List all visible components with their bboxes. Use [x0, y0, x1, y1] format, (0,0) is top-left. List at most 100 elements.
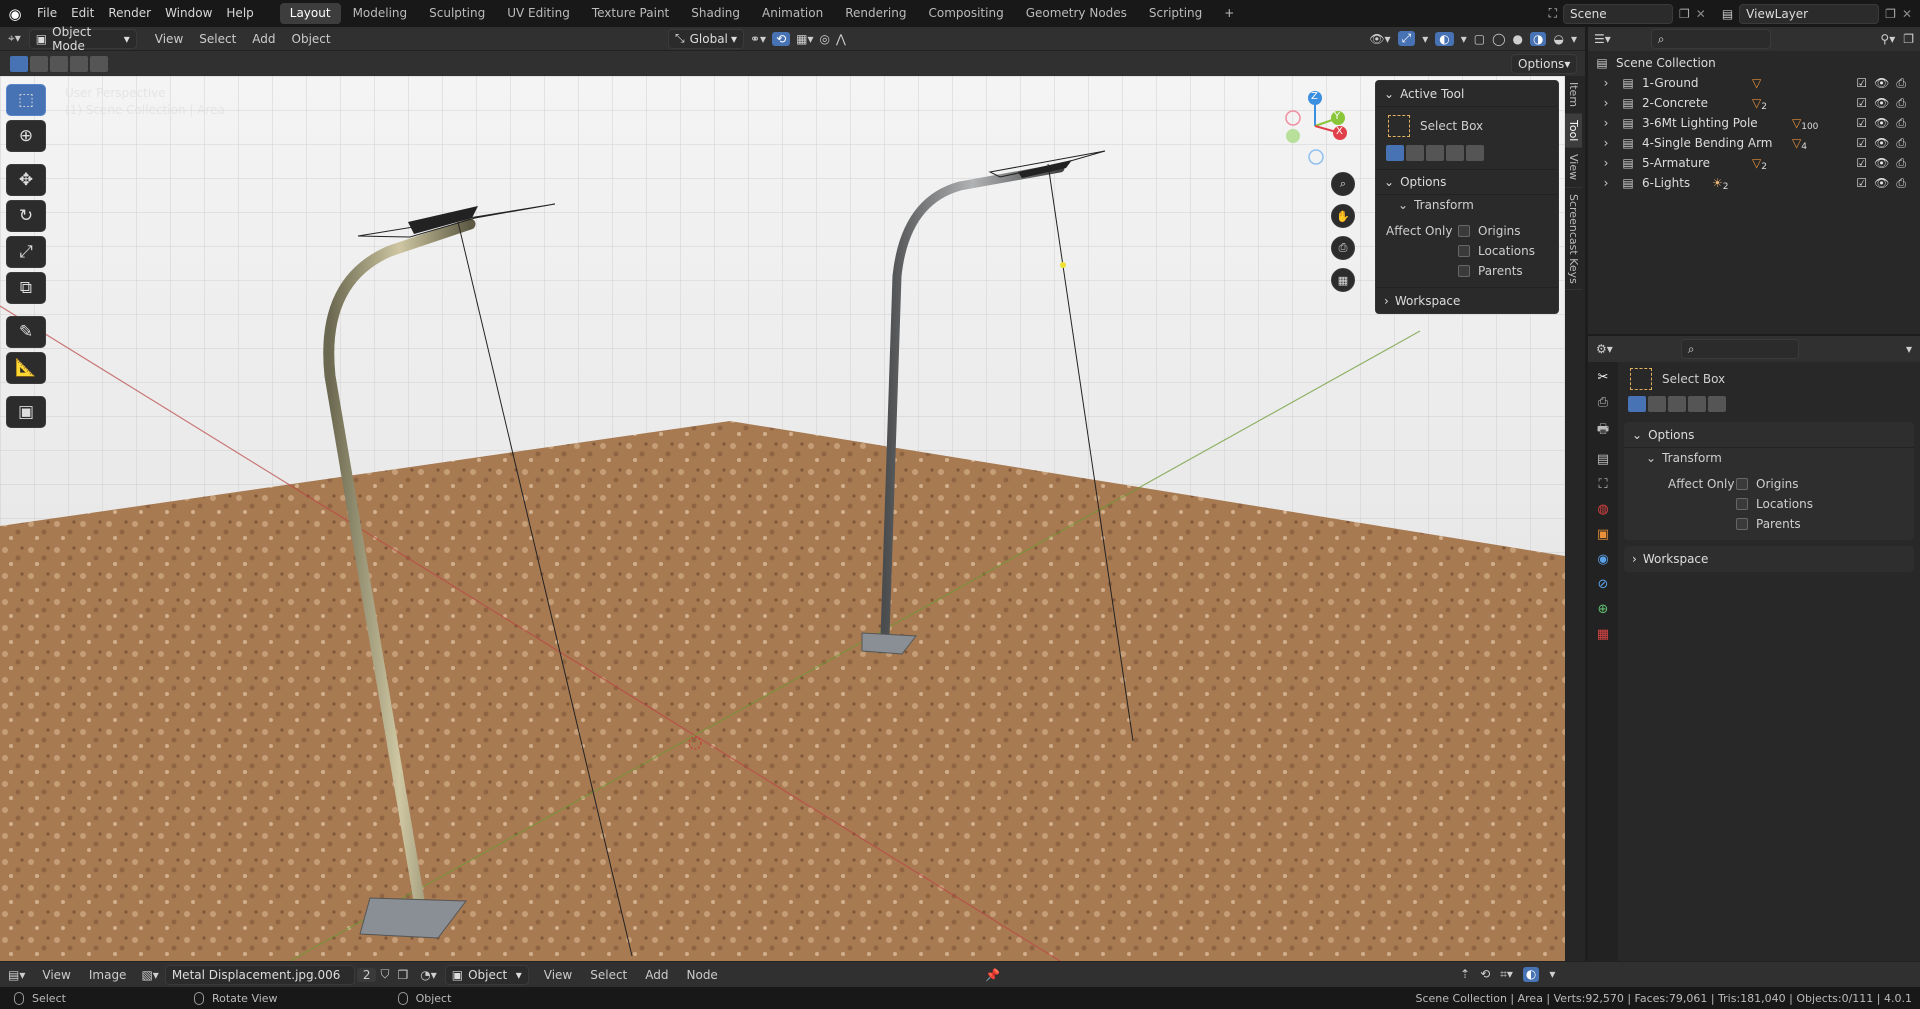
origins-checkbox[interactable] — [1458, 225, 1470, 237]
new-image-icon[interactable]: ❐ — [393, 968, 412, 982]
constraint-properties-icon[interactable]: ⊕ — [1598, 602, 1609, 617]
snap-icon[interactable]: ⟲ — [772, 31, 791, 46]
outliner-item-6-lights[interactable]: › ▤ 6-Lights ☀ 2 ☑ 👁 ⎙ — [1588, 173, 1920, 193]
chevron-down-icon[interactable]: ▾ — [1549, 967, 1555, 982]
render-camera-icon[interactable]: ⎙ — [1896, 76, 1906, 91]
mode-set-icon[interactable] — [1386, 145, 1404, 161]
tab-screencast-keys[interactable]: Screencast Keys — [1565, 188, 1582, 291]
add-workspace-button[interactable]: + — [1214, 3, 1244, 24]
outliner-item-1-ground[interactable]: › ▤ 1-Ground ▽ ☑ 👁 ⎙ — [1588, 73, 1920, 93]
pan-hand-icon[interactable]: ✋ — [1331, 204, 1355, 228]
properties-editor-icon[interactable]: ⚙▾ — [1596, 342, 1613, 356]
snap-target-icon[interactable]: ⌗▾ — [1500, 967, 1513, 982]
filter-icon[interactable]: ⚲▾ — [1880, 32, 1895, 46]
mode-intersect-icon[interactable] — [1466, 145, 1484, 161]
transform-subheader[interactable]: ⌄ Transform — [1376, 195, 1558, 215]
menu-window[interactable]: Window — [158, 0, 219, 27]
expand-arrow-icon[interactable]: › — [1598, 116, 1614, 130]
snap-icon[interactable]: ⟲ — [1480, 967, 1490, 982]
image-name-field[interactable]: Metal Displacement.jpg.006 — [164, 964, 355, 985]
new-view-layer-icon[interactable]: ❐ — [1885, 7, 1896, 21]
include-checkbox-icon[interactable]: ☑ — [1856, 156, 1867, 171]
expand-arrow-icon[interactable]: › — [1598, 156, 1614, 170]
menu-add[interactable]: Add — [244, 32, 283, 46]
navigation-gizmo[interactable]: Z Y X — [1285, 88, 1355, 168]
menu-image[interactable]: Image — [80, 968, 136, 982]
mode-subtract-icon[interactable] — [1426, 145, 1444, 161]
rendered-shading-icon[interactable]: ◒ — [1553, 32, 1563, 46]
menu-object[interactable]: Object — [284, 32, 339, 46]
node-menu-node[interactable]: Node — [678, 968, 727, 982]
scene-collection-row[interactable]: ▤ Scene Collection — [1588, 53, 1920, 73]
scene-selector[interactable]: Scene — [1563, 3, 1673, 24]
overlay-toggle-icon[interactable]: ◐ — [1435, 31, 1454, 46]
mode-extend-icon[interactable] — [1406, 145, 1424, 161]
select-invert-icon[interactable] — [70, 55, 88, 72]
orientation-selector[interactable]: ⤡ Global ▾ — [668, 28, 744, 49]
view-layer-icon[interactable]: ▤ — [1722, 7, 1733, 21]
outliner-editor-icon[interactable]: ☰▾ — [1594, 32, 1611, 46]
new-collection-icon[interactable]: ❐ — [1903, 32, 1914, 46]
material-shading-icon[interactable]: ◑ — [1530, 31, 1547, 46]
camera-icon[interactable]: ⎙ — [1331, 236, 1355, 260]
fake-user-icon[interactable]: ⛉ — [376, 967, 393, 982]
xray-icon[interactable]: ▢ — [1474, 32, 1485, 46]
chevron-down-icon[interactable]: ▾ — [1906, 342, 1912, 356]
tab-compositing[interactable]: Compositing — [918, 3, 1013, 24]
visibility-icon[interactable]: 👁▾ — [1369, 32, 1390, 46]
eye-icon[interactable]: 👁 — [1874, 96, 1889, 111]
parents-checkbox[interactable] — [1736, 518, 1748, 530]
node-menu-add[interactable]: Add — [636, 968, 677, 982]
blender-logo-icon[interactable]: ◉ — [0, 0, 30, 27]
tab-sculpting[interactable]: Sculpting — [419, 3, 495, 24]
render-camera-icon[interactable]: ⎙ — [1896, 96, 1906, 111]
tab-texture-paint[interactable]: Texture Paint — [582, 3, 679, 24]
origins-checkbox[interactable] — [1736, 478, 1748, 490]
new-scene-icon[interactable]: ❐ — [1679, 7, 1690, 21]
outliner-search-input[interactable]: ⌕ — [1650, 29, 1771, 49]
include-checkbox-icon[interactable]: ☑ — [1856, 76, 1867, 91]
include-checkbox-icon[interactable]: ☑ — [1856, 136, 1867, 151]
properties-search-input[interactable]: ⌕ — [1680, 339, 1799, 359]
locations-checkbox[interactable] — [1736, 498, 1748, 510]
shader-object-selector[interactable]: ▣ Object ▾ — [444, 964, 529, 985]
image-browse-icon[interactable]: ▧▾ — [135, 968, 164, 982]
transform-tool-icon[interactable]: ⧉ — [6, 272, 46, 304]
pin-icon[interactable]: 📌 — [985, 968, 1000, 982]
3d-viewport[interactable]: User Perspective (1) Scene Collection | … — [0, 76, 1565, 961]
rotate-tool-icon[interactable]: ↻ — [6, 200, 46, 232]
include-checkbox-icon[interactable]: ☑ — [1856, 176, 1867, 191]
chevron-down-icon[interactable]: ▾ — [1461, 32, 1467, 46]
mode-subtract-icon[interactable] — [1668, 396, 1686, 412]
select-new-icon[interactable] — [10, 55, 28, 72]
tab-item[interactable]: Item — [1565, 76, 1582, 115]
outliner-item-3-lighting-pole[interactable]: › ▤ 3-6Mt Lighting Pole ▽ 100 ☑ 👁 ⎙ — [1588, 113, 1920, 133]
cursor-tool-icon[interactable]: ⊕ — [6, 120, 46, 152]
editor-type-icon[interactable]: ⌖▾ — [0, 31, 29, 46]
include-checkbox-icon[interactable]: ☑ — [1856, 96, 1867, 111]
node-menu-select[interactable]: Select — [581, 968, 636, 982]
parents-checkbox[interactable] — [1458, 265, 1470, 277]
mode-intersect-icon[interactable] — [1708, 396, 1726, 412]
output-properties-icon[interactable]: 🖶 — [1597, 420, 1609, 442]
expand-arrow-icon[interactable]: › — [1598, 176, 1614, 190]
eye-icon[interactable]: 👁 — [1874, 156, 1889, 171]
overlay-toggle-icon[interactable]: ◐ — [1522, 967, 1540, 982]
node-menu-view[interactable]: View — [535, 968, 581, 982]
expand-arrow-icon[interactable]: › — [1598, 136, 1614, 150]
scene-icon[interactable]: ⛶ — [1549, 6, 1557, 21]
render-camera-icon[interactable]: ⎙ — [1896, 176, 1906, 191]
tab-shading[interactable]: Shading — [681, 3, 750, 24]
select-box-tool-icon[interactable]: ⬚ — [6, 84, 46, 116]
locations-checkbox[interactable] — [1458, 245, 1470, 257]
pivot-icon[interactable]: ⚭▾ — [750, 32, 766, 46]
mode-set-icon[interactable] — [1628, 396, 1646, 412]
chevron-down-icon[interactable]: ▾ — [1571, 32, 1577, 46]
tab-modeling[interactable]: Modeling — [343, 3, 418, 24]
tab-rendering[interactable]: Rendering — [835, 3, 916, 24]
mode-extend-icon[interactable] — [1648, 396, 1666, 412]
include-checkbox-icon[interactable]: ☑ — [1856, 116, 1867, 131]
options-header[interactable]: ⌄ Options — [1624, 422, 1914, 448]
shader-type-icon[interactable]: ◔▾ — [412, 968, 445, 982]
eye-icon[interactable]: 👁 — [1874, 76, 1889, 91]
